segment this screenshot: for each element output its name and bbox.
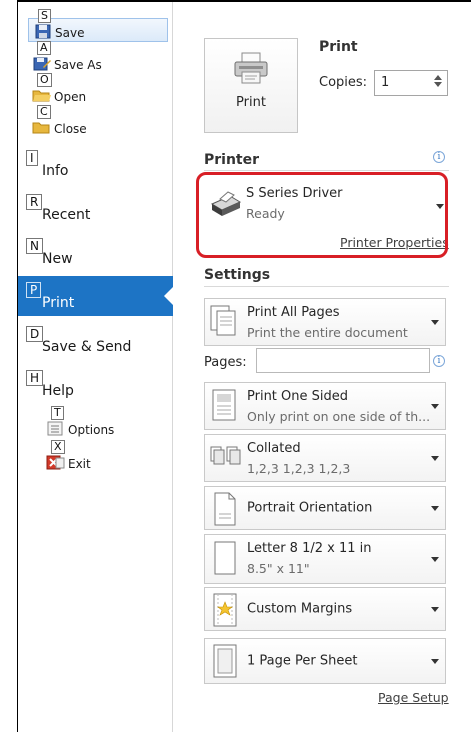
orientation-chevron-down-icon (431, 506, 439, 511)
backstage-window: S Save A Save As O Open C Close I Info R… (0, 0, 471, 732)
keytip-close: C (37, 105, 51, 119)
keytip-recent: R (26, 194, 43, 210)
nav-info-label: Info (42, 163, 69, 179)
selected-pointer (164, 286, 174, 306)
collation-dropdown[interactable]: Collated 1,2,3 1,2,3 1,2,3 (204, 434, 446, 482)
margins-title: Custom Margins (247, 601, 353, 617)
print-panel: Print Print Copies: 1 Printer i S Series… (174, 2, 471, 732)
nav-new[interactable]: N New (18, 232, 173, 272)
pages-stack-icon (209, 303, 241, 341)
copies-label: Copies: (319, 75, 368, 90)
nav-save-send-label: Save & Send (42, 339, 132, 355)
printer-highlight-annotation (196, 172, 448, 258)
print-range-dropdown[interactable]: Print All Pages Print the entire documen… (204, 298, 446, 346)
keytip-exit: X (51, 440, 65, 454)
save-as-label: Save As (54, 58, 102, 72)
options-label: Options (68, 423, 115, 437)
orientation-title: Portrait Orientation (247, 500, 373, 516)
options-command[interactable]: T Options (42, 406, 162, 440)
printer-divider (204, 170, 449, 171)
collation-chevron-down-icon (431, 456, 439, 461)
paper-size-title: Letter 8 1/2 x 11 in (247, 541, 372, 556)
sides-subtitle: Only print on one side of th... (247, 409, 431, 424)
one-sided-icon (209, 387, 241, 425)
printer-heading: Printer (204, 152, 260, 168)
portrait-icon (209, 490, 241, 528)
save-command[interactable]: S Save (28, 9, 168, 42)
printer-icon (234, 52, 268, 84)
paper-size-chevron-down-icon (431, 557, 439, 562)
keytip-save-send: D (26, 326, 44, 342)
collated-icon (209, 439, 249, 477)
pages-label: Pages: (204, 355, 247, 370)
folder-close-icon: C (32, 105, 52, 135)
pages-info-icon[interactable]: i (433, 355, 445, 367)
copies-value: 1 (381, 75, 390, 90)
exit-label: Exit (68, 457, 91, 471)
sides-title: Print One Sided (247, 389, 349, 404)
nav-help[interactable]: H Help (18, 364, 173, 404)
pages-input[interactable] (256, 348, 430, 373)
nav-print[interactable]: P Print (18, 276, 174, 316)
margins-chevron-down-icon (431, 607, 439, 612)
collation-title: Collated (247, 441, 301, 456)
pages-per-sheet-title: 1 Page Per Sheet (247, 653, 358, 669)
print-button[interactable]: Print (204, 38, 298, 133)
print-range-chevron-down-icon (431, 320, 439, 325)
save-as-icon: A (32, 41, 52, 71)
nav-recent[interactable]: R Recent (18, 188, 173, 228)
save-as-command[interactable]: A Save As (28, 41, 168, 74)
spin-up-icon[interactable] (434, 75, 442, 80)
nav-recent-label: Recent (42, 207, 91, 223)
print-heading: Print (319, 39, 358, 55)
nav-print-label: Print (42, 295, 75, 311)
sides-chevron-down-icon (431, 404, 439, 409)
keytip-options: T (51, 406, 64, 420)
save-label: Save (55, 26, 85, 40)
nav-help-label: Help (42, 383, 74, 399)
paper-size-subtitle: 8.5" x 11" (247, 561, 310, 576)
keytip-save: S (38, 9, 51, 23)
save-icon: S (33, 9, 53, 39)
backstage-sidebar: S Save A Save As O Open C Close I Info R… (18, 2, 174, 732)
print-range-subtitle: Print the entire document (247, 325, 408, 340)
margins-dropdown[interactable]: Custom Margins (204, 587, 446, 631)
keytip-help: H (26, 370, 44, 386)
nav-new-label: New (42, 251, 73, 267)
options-icon: T (46, 406, 66, 436)
keytip-print: P (26, 282, 42, 298)
keytip-save-as: A (37, 41, 51, 55)
spin-down-icon[interactable] (434, 82, 442, 87)
settings-heading: Settings (204, 267, 271, 283)
open-label: Open (54, 90, 87, 104)
custom-margins-icon (209, 591, 241, 629)
pages-per-sheet-chevron-down-icon (431, 659, 439, 664)
paper-size-dropdown[interactable]: Letter 8 1/2 x 11 in 8.5" x 11" (204, 534, 446, 584)
page-per-sheet-icon (209, 642, 241, 680)
close-label: Close (54, 122, 87, 136)
print-button-label: Print (236, 95, 266, 110)
nav-save-send[interactable]: D Save & Send (18, 320, 173, 360)
collation-subtitle: 1,2,3 1,2,3 1,2,3 (247, 461, 351, 476)
keytip-open: O (37, 73, 52, 87)
print-range-title: Print All Pages (247, 305, 340, 320)
exit-command[interactable]: X Exit (42, 440, 162, 474)
copies-spinner[interactable]: 1 (374, 70, 448, 96)
paper-size-icon (209, 539, 241, 577)
close-command[interactable]: C Close (28, 105, 168, 138)
settings-divider (204, 286, 449, 287)
exit-icon: X (46, 440, 66, 470)
page-setup-link[interactable]: Page Setup (378, 690, 449, 705)
nav-info[interactable]: I Info (18, 144, 173, 184)
window-edge (0, 0, 18, 732)
printer-info-icon[interactable]: i (433, 151, 445, 163)
sides-dropdown[interactable]: Print One Sided Only print on one side o… (204, 382, 446, 430)
pages-per-sheet-dropdown[interactable]: 1 Page Per Sheet (204, 638, 446, 684)
keytip-new: N (26, 238, 43, 254)
folder-open-icon: O (32, 73, 52, 103)
orientation-dropdown[interactable]: Portrait Orientation (204, 486, 446, 530)
copies-stepper[interactable] (432, 73, 444, 93)
keytip-info: I (26, 150, 38, 166)
open-command[interactable]: O Open (28, 73, 168, 106)
